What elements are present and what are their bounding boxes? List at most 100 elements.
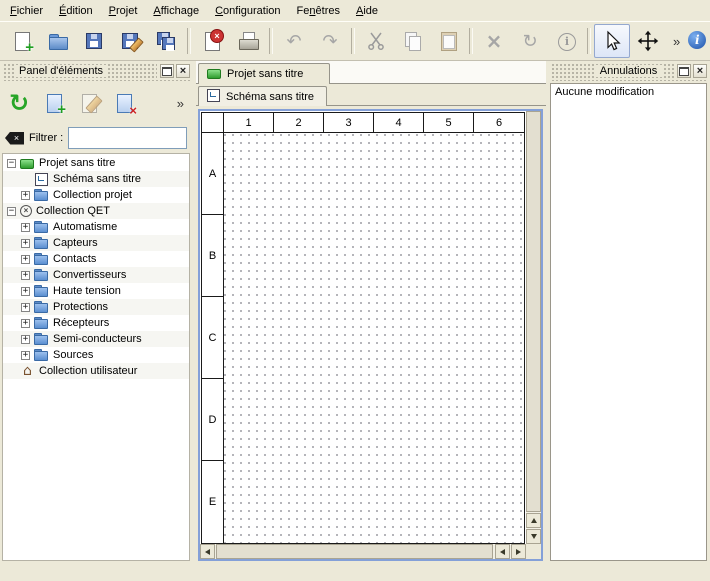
diagram-canvas[interactable] — [224, 133, 524, 543]
tree-item-collection-utilisateur[interactable]: ⌂Collection utilisateur — [3, 363, 189, 379]
collapse-icon[interactable]: − — [7, 207, 16, 216]
filter-input[interactable] — [68, 127, 187, 149]
tree-item-label: Contacts — [53, 253, 96, 265]
about-qet-button[interactable]: i — [685, 24, 709, 58]
expand-icon[interactable]: + — [21, 303, 30, 312]
cursor-icon — [601, 30, 623, 52]
expand-icon[interactable]: + — [21, 191, 30, 200]
save-file-as-button[interactable] — [112, 24, 148, 58]
tree-item-haute-tension[interactable]: +Haute tension — [3, 283, 189, 299]
scroll-left-button-2[interactable] — [495, 544, 510, 559]
undo-empty-text: Aucune modification — [555, 86, 702, 98]
scroll-down-button[interactable] — [526, 529, 541, 544]
reload-collections-button[interactable]: ↻ — [3, 87, 35, 119]
selection-mode-button[interactable] — [594, 24, 630, 58]
arrow-up-icon — [531, 518, 537, 523]
tree-item-projet-sans-titre[interactable]: − Projet sans titre — [3, 155, 189, 171]
scroll-left-button[interactable] — [200, 544, 215, 559]
folder-icon — [34, 333, 49, 345]
menu-affichage[interactable]: Affichage — [145, 2, 207, 20]
expand-icon[interactable]: + — [21, 223, 30, 232]
tree-item-label: Projet sans titre — [39, 157, 115, 169]
menu-fenetres[interactable]: Fenêtres — [289, 2, 348, 20]
menu-edition[interactable]: Édition — [51, 2, 101, 20]
expand-icon[interactable]: + — [21, 239, 30, 248]
expand-icon[interactable]: + — [21, 271, 30, 280]
float-panel-button[interactable] — [160, 64, 174, 78]
menu-configuration[interactable]: Configuration — [207, 2, 288, 20]
home-icon: ⌂ — [20, 365, 35, 377]
tree-indent — [7, 367, 16, 376]
toolbar-separator — [269, 28, 273, 54]
qet-collection-icon: × — [20, 205, 32, 217]
close-file-button[interactable]: × — [194, 24, 230, 58]
tree-item-protections[interactable]: + Protections — [3, 299, 189, 315]
undo-icon: ↶ — [283, 30, 305, 52]
collapse-icon[interactable]: − — [7, 159, 16, 168]
float-panel-button[interactable] — [677, 64, 691, 78]
expand-icon[interactable]: + — [21, 287, 30, 296]
main-toolbar: +×↶↷×↻i » i — [0, 21, 710, 61]
close-panel-button[interactable] — [693, 64, 707, 78]
edit-element-icon — [78, 92, 100, 114]
tree-item-schema-sans-titre[interactable]: Schéma sans titre — [3, 171, 189, 187]
horizontal-scrollbar-thumb[interactable] — [216, 544, 493, 559]
diagram-view: 123456 ABCDE — [198, 109, 543, 561]
column-header-2: 2 — [274, 113, 324, 133]
scroll-right-button[interactable] — [511, 544, 526, 559]
undo-history-list[interactable]: Aucune modification — [550, 83, 707, 561]
workspace: Panel d'éléments ↻+× » × Filtrer : −Proj… — [0, 61, 710, 563]
undo-panel-titlebar[interactable]: Annulations — [550, 63, 707, 81]
undo-panel: Annulations Aucune modification — [548, 61, 709, 563]
redo-button: ↷ — [312, 24, 348, 58]
toolbar-extension-button[interactable]: » — [668, 34, 685, 49]
qelectrotech-window: FichierÉditionProjetAffichageConfigurati… — [0, 0, 710, 581]
undo-button: ↶ — [276, 24, 312, 58]
diagram-sheet: 123456 ABCDE — [201, 112, 525, 544]
visualisation-mode-button[interactable] — [630, 24, 666, 58]
vertical-scrollbar[interactable] — [526, 111, 541, 544]
tree-item-label: Semi-conducteurs — [53, 333, 142, 345]
menu-projet[interactable]: Projet — [101, 2, 146, 20]
scroll-up-button[interactable] — [526, 513, 541, 528]
copy-button — [394, 24, 430, 58]
panel-toolbar-extension-button[interactable]: » — [172, 96, 189, 111]
elements-panel-titlebar[interactable]: Panel d'éléments — [2, 63, 190, 81]
project-tab[interactable]: Projet sans titre — [198, 63, 330, 84]
save-all-button[interactable] — [148, 24, 184, 58]
new-element-button[interactable]: + — [38, 87, 70, 119]
info-icon: i — [555, 30, 577, 52]
tree-item-collection-projet[interactable]: +Collection projet — [3, 187, 189, 203]
tree-item-convertisseurs[interactable]: +Convertisseurs — [3, 267, 189, 283]
tree-item-collection-qet[interactable]: −×Collection QET — [3, 203, 189, 219]
column-headers: 123456 — [224, 113, 524, 133]
schema-tab[interactable]: Schéma sans titre — [198, 86, 327, 106]
folder-icon — [34, 269, 49, 281]
collections-tree[interactable]: − Projet sans titre Schéma sans titre+Coll… — [2, 153, 190, 561]
folder-icon — [34, 301, 49, 313]
close-panel-button[interactable] — [176, 64, 190, 78]
expand-icon[interactable]: + — [21, 319, 30, 328]
tree-item-semi-conducteurs[interactable]: + Semi-conducteurs — [3, 331, 189, 347]
tree-item-recepteurs[interactable]: +Récepteurs — [3, 315, 189, 331]
menu-fichier[interactable]: Fichier — [2, 2, 51, 20]
expand-icon[interactable]: + — [21, 351, 30, 360]
delete-element-button[interactable]: × — [108, 87, 140, 119]
menu-aide[interactable]: Aide — [348, 2, 386, 20]
tree-item-contacts[interactable]: + Contacts — [3, 251, 189, 267]
row-header-a: A — [202, 133, 224, 215]
tree-item-capteurs[interactable]: +Capteurs — [3, 235, 189, 251]
print-button[interactable] — [230, 24, 266, 58]
tree-item-label: Protections — [53, 301, 108, 313]
horizontal-scrollbar[interactable] — [200, 544, 526, 559]
open-file-button[interactable] — [40, 24, 76, 58]
tree-item-automatisme[interactable]: +Automatisme — [3, 219, 189, 235]
elements-panel-title: Panel d'éléments — [14, 65, 108, 77]
expand-icon[interactable]: + — [21, 255, 30, 264]
rotate-icon: ↻ — [519, 30, 541, 52]
vertical-scrollbar-thumb[interactable] — [526, 111, 541, 512]
new-file-button[interactable]: + — [4, 24, 40, 58]
expand-icon[interactable]: + — [21, 335, 30, 344]
save-file-button[interactable] — [76, 24, 112, 58]
tree-item-sources[interactable]: +Sources — [3, 347, 189, 363]
